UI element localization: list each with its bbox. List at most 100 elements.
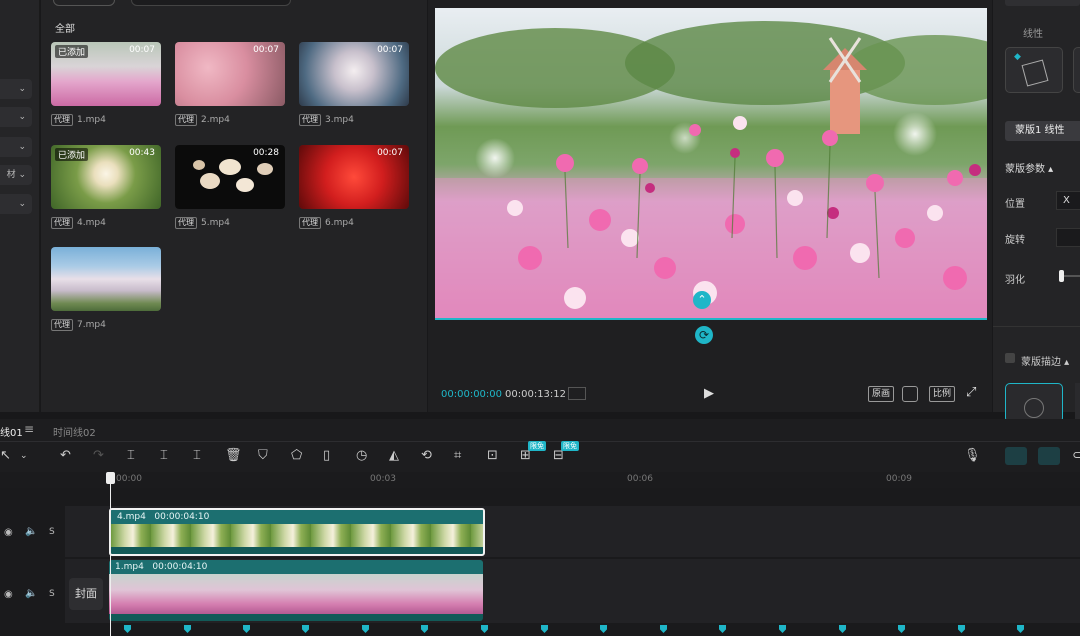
menu-icon[interactable]: ≡: [24, 422, 34, 436]
eye-icon[interactable]: ◉: [4, 589, 13, 600]
transform-icon[interactable]: ⊡: [487, 448, 498, 464]
position-x-field[interactable]: X: [1056, 191, 1080, 210]
ruler-tick: 00:06: [627, 474, 653, 484]
proxy-tag: 代理: [299, 114, 321, 126]
delete-icon[interactable]: 🗑: [225, 448, 242, 464]
total-time: 00:00:13:12: [505, 389, 567, 400]
shield-icon[interactable]: ⛉: [258, 448, 268, 464]
select-cursor-icon[interactable]: ↖: [0, 448, 11, 464]
timeline-ruler[interactable]: [0, 472, 1080, 488]
marker-icon[interactable]: ⬠: [291, 448, 302, 464]
mask-selector[interactable]: 蒙版1 线性: [1005, 121, 1080, 141]
play-icon[interactable]: ▶: [704, 386, 718, 402]
timeline-clip-selected[interactable]: 4.mp4 00:00:04:10: [109, 508, 485, 556]
speaker-icon[interactable]: 🔈: [25, 588, 37, 599]
split-icon[interactable]: ⌶: [127, 448, 135, 464]
filter-dropdown-2[interactable]: ⌄: [0, 107, 32, 127]
tab-timeline-2[interactable]: 时间线02: [53, 424, 96, 439]
media-item[interactable]: 00:28 代理 5.mp4: [175, 145, 285, 229]
playhead-line: [110, 480, 111, 636]
media-item[interactable]: 已添加 00:07 代理 1.mp4: [51, 42, 161, 126]
filter-dropdown-3[interactable]: ⌄: [0, 137, 32, 157]
media-item[interactable]: 00:07 代理 3.mp4: [299, 42, 409, 126]
mirror-icon[interactable]: ◭: [389, 448, 399, 464]
eye-icon[interactable]: ◉: [4, 527, 13, 538]
crop-icon[interactable]: ⌗: [454, 448, 461, 464]
media-item[interactable]: 00:07 代理 2.mp4: [175, 42, 285, 126]
solo-toggle[interactable]: S: [49, 527, 55, 537]
clip-filmstrip: [109, 574, 483, 614]
media-thumbnail: 00:07: [175, 42, 285, 106]
video-editor-window: ⌄ ⌄ ⌄ 材 ⌄ ⌄ 全部 已添加 00:07 代理 1.mp4 00:07 代…: [0, 0, 1080, 636]
cover-button[interactable]: 封面: [69, 578, 103, 610]
media-search-input[interactable]: [131, 0, 291, 6]
clip-name: 4.mp4: [117, 512, 146, 522]
clip-duration: 00:00:04:10: [154, 512, 210, 522]
media-filename: 6.mp4: [325, 218, 354, 228]
tab-timeline-1[interactable]: 线01: [0, 424, 23, 439]
media-filename: 5.mp4: [201, 218, 230, 228]
stroke-card-partial[interactable]: [1075, 383, 1080, 423]
more-icon[interactable]: ⊂: [1072, 448, 1080, 464]
inspector-tab[interactable]: [1005, 0, 1080, 6]
media-item[interactable]: 代理 7.mp4: [51, 247, 161, 331]
media-duration: 00:07: [377, 148, 403, 158]
media-duration: 00:07: [377, 45, 403, 55]
mask-stroke-header[interactable]: 蒙版描边 ▴: [1021, 353, 1069, 368]
microphone-icon[interactable]: 🎙: [964, 448, 981, 464]
media-thumbnail: 00:07: [299, 145, 409, 209]
snap-toggle[interactable]: [1038, 447, 1060, 465]
mask-params-label: 蒙版参数: [1005, 164, 1045, 175]
aspect-ratio-button[interactable]: 比例: [929, 386, 956, 402]
fullscreen-icon[interactable]: ⤢: [966, 385, 976, 400]
split-right-icon[interactable]: ⌶: [193, 448, 201, 464]
media-category-all[interactable]: 全部: [55, 20, 75, 35]
media-thumbnail: 00:28: [175, 145, 285, 209]
media-duration: 00:07: [129, 45, 155, 55]
ruler-tick: 00:03: [370, 474, 396, 484]
divider: [993, 326, 1080, 327]
playhead-handle[interactable]: [106, 472, 115, 484]
chevron-down-icon[interactable]: ⌄: [20, 448, 28, 464]
mask-type-card[interactable]: ◆: [1005, 47, 1063, 93]
redo-icon[interactable]: ↷: [93, 448, 104, 464]
undo-icon[interactable]: ↶: [60, 448, 71, 464]
chevron-up-icon[interactable]: ⌃: [693, 291, 711, 309]
timeline-tabs: 线01 ≡ 时间线02: [0, 419, 1080, 441]
media-filename: 3.mp4: [325, 115, 354, 125]
position-label: 位置: [1005, 199, 1025, 210]
added-badge: 已添加: [55, 148, 89, 161]
filter-dropdown-1[interactable]: ⌄: [0, 79, 32, 99]
media-item[interactable]: 已添加 00:43 代理 4.mp4: [51, 145, 161, 229]
screenshot-icon[interactable]: [902, 386, 918, 402]
play-circle-icon[interactable]: ◷: [356, 448, 367, 464]
stroke-none-card[interactable]: [1005, 383, 1063, 423]
speaker-icon[interactable]: 🔈: [25, 526, 37, 537]
media-filename: 4.mp4: [77, 218, 106, 228]
original-quality-button[interactable]: 原画: [868, 386, 895, 402]
filter-dropdown-5[interactable]: ⌄: [0, 194, 32, 214]
freeze-frame-icon[interactable]: ▯: [323, 448, 330, 464]
split-left-icon[interactable]: ⌶: [160, 448, 168, 464]
feather-label: 羽化: [1005, 275, 1025, 286]
preview-video-frame[interactable]: [435, 8, 987, 320]
rotate-icon[interactable]: ⟲: [421, 448, 432, 464]
refresh-icon[interactable]: ⟳: [695, 326, 713, 344]
stroke-checkbox[interactable]: [1005, 353, 1015, 363]
clip-header: 4.mp4 00:00:04:10: [111, 510, 483, 524]
media-item[interactable]: 00:07 代理 6.mp4: [299, 145, 409, 229]
filter-dropdown-4[interactable]: 材 ⌄: [0, 165, 32, 185]
solo-toggle[interactable]: S: [49, 589, 55, 599]
proxy-tag: 代理: [175, 114, 197, 126]
link-toggle[interactable]: [1005, 447, 1027, 465]
feather-slider-track[interactable]: [1064, 275, 1080, 277]
media-thumbnail: [51, 247, 161, 311]
media-thumbnail: 00:07: [299, 42, 409, 106]
grid-icon[interactable]: [568, 387, 586, 400]
import-button[interactable]: [53, 0, 115, 6]
mask-params-header[interactable]: 蒙版参数 ▴: [1005, 160, 1053, 175]
mask-type-card-partial[interactable]: [1073, 47, 1080, 93]
proxy-tag: 代理: [51, 114, 73, 126]
rotation-field[interactable]: [1056, 228, 1080, 247]
timeline-clip[interactable]: 1.mp4 00:00:04:10: [109, 560, 483, 621]
